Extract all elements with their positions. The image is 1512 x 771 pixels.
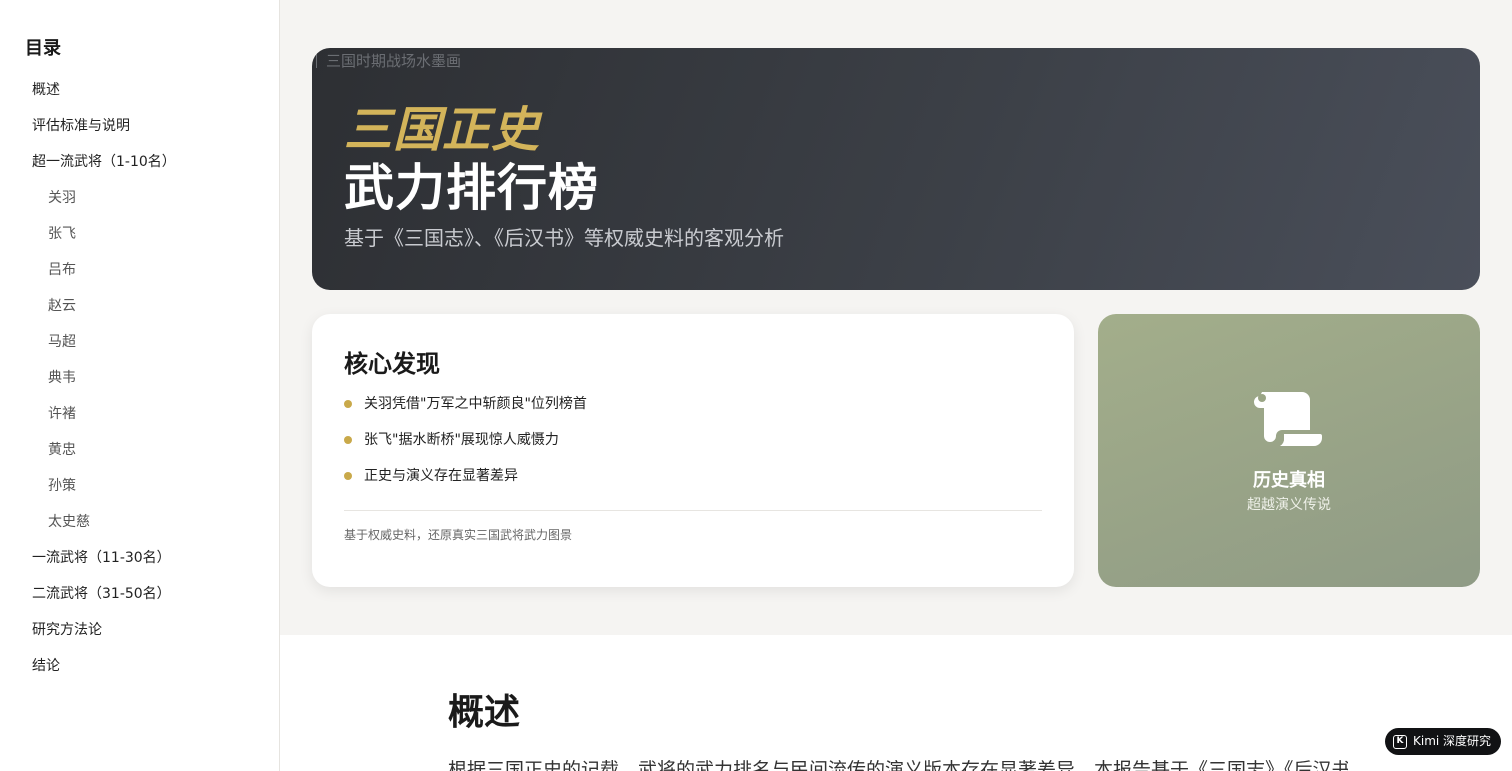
hero-image-alt-text: 三国时期战场水墨画 [326, 52, 462, 70]
finding-text: 关羽凭借"万军之中斩颜良"位列榜首 [364, 396, 587, 412]
toc-item-first-tier[interactable]: 一流武将（11-30名） [0, 540, 280, 576]
hero-banner: 三国时期战场水墨画 三国正史 武力排行榜 基于《三国志》、《后汉书》等权威史料的… [312, 48, 1480, 290]
toc-item-overview[interactable]: 概述 [0, 72, 280, 108]
key-findings-list: 关羽凭借"万军之中斩颜良"位列榜首 张飞"据水断桥"展现惊人威慑力 正史与演义存… [344, 386, 587, 494]
kimi-research-badge[interactable]: K Kimi 深度研究 [1385, 728, 1502, 755]
toc-title: 目录 [25, 38, 61, 59]
finding-item: 关羽凭借"万军之中斩颜良"位列榜首 [344, 386, 587, 422]
finding-item: 正史与演义存在显著差异 [344, 458, 587, 494]
findings-footnote: 基于权威史料，还原真实三国武将武力图景 [344, 528, 573, 542]
toc-item-lu-bu[interactable]: 吕布 [0, 252, 280, 288]
finding-text: 张飞"据水断桥"展现惊人威慑力 [364, 432, 559, 448]
toc-item-taishi-ci[interactable]: 太史慈 [0, 504, 280, 540]
finding-item: 张飞"据水断桥"展现惊人威慑力 [344, 422, 587, 458]
bullet-dot-icon [344, 472, 352, 480]
toc-item-conclusion[interactable]: 结论 [0, 648, 280, 684]
toc-item-huang-zhong[interactable]: 黄忠 [0, 432, 280, 468]
finding-text: 正史与演义存在显著差异 [364, 468, 518, 484]
hero-title-line2: 武力排行榜 [344, 158, 599, 217]
toc-item-zhao-yun[interactable]: 赵云 [0, 288, 280, 324]
key-findings-title: 核心发现 [344, 349, 440, 378]
hero-image-alt: 三国时期战场水墨画 [316, 50, 461, 71]
toc-item-xu-chu[interactable]: 许褚 [0, 396, 280, 432]
toc-item-methodology[interactable]: 研究方法论 [0, 612, 280, 648]
toc-item-guan-yu[interactable]: 关羽 [0, 180, 280, 216]
toc-item-criteria[interactable]: 评估标准与说明 [0, 108, 280, 144]
toc-item-ma-chao[interactable]: 马超 [0, 324, 280, 360]
main-content: 三国时期战场水墨画 三国正史 武力排行榜 基于《三国志》、《后汉书》等权威史料的… [280, 0, 1512, 771]
kimi-logo-icon: K [1393, 734, 1407, 749]
scroll-icon [1254, 392, 1322, 446]
kimi-badge-label: Kimi 深度研究 [1413, 734, 1492, 748]
overview-section: 概述 根据三国正史的记载，武将的武力排名与民间流传的演义版本存在显著差异。本报告… [280, 635, 1512, 771]
overview-paragraph: 根据三国正史的记载，武将的武力排名与民间流传的演义版本存在显著差异。本报告基于《… [448, 759, 1348, 771]
history-truth-card: 历史真相 超越演义传说 [1098, 314, 1480, 587]
bullet-dot-icon [344, 400, 352, 408]
toc-item-sun-ce[interactable]: 孙策 [0, 468, 280, 504]
bullet-dot-icon [344, 436, 352, 444]
table-of-contents: 目录 概述 评估标准与说明 超一流武将（1-10名） 关羽 张飞 吕布 赵云 马… [0, 0, 280, 771]
hero-subtitle: 基于《三国志》、《后汉书》等权威史料的客观分析 [344, 226, 784, 250]
toc-item-zhang-fei[interactable]: 张飞 [0, 216, 280, 252]
toc-item-second-tier[interactable]: 二流武将（31-50名） [0, 576, 280, 612]
key-findings-card: 核心发现 关羽凭借"万军之中斩颜良"位列榜首 张飞"据水断桥"展现惊人威慑力 正… [312, 314, 1074, 587]
history-truth-subtitle: 超越演义传说 [1247, 497, 1331, 513]
toc-item-top-tier[interactable]: 超一流武将（1-10名） [0, 144, 280, 180]
overview-heading: 概述 [448, 691, 521, 733]
toc-item-dian-wei[interactable]: 典韦 [0, 360, 280, 396]
divider [344, 510, 1042, 511]
history-truth-title: 历史真相 [1253, 470, 1325, 491]
toc-list: 概述 评估标准与说明 超一流武将（1-10名） 关羽 张飞 吕布 赵云 马超 典… [0, 72, 280, 684]
broken-image-icon [316, 54, 324, 68]
